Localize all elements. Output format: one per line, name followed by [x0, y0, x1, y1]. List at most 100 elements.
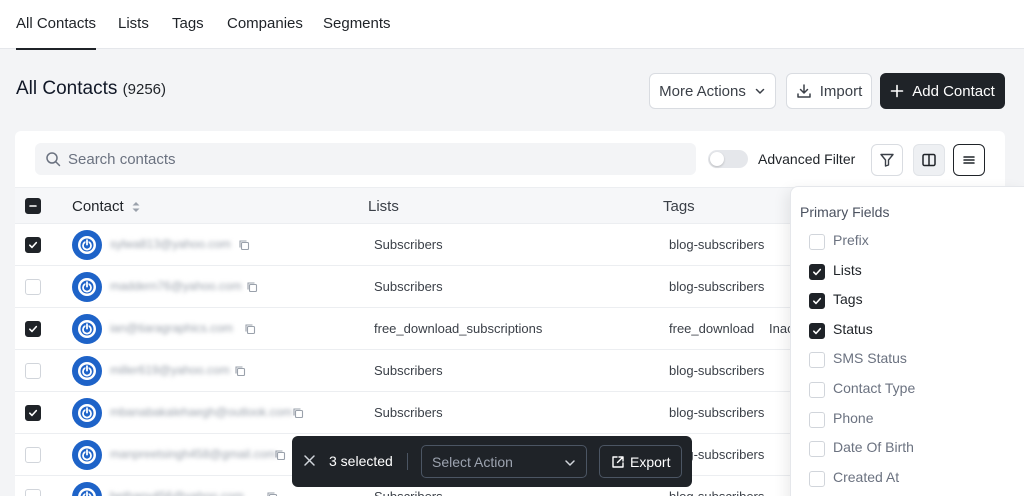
tab-lists[interactable]: Lists — [118, 0, 149, 49]
row-checkbox[interactable] — [25, 447, 41, 463]
cell-tag: blog-subscribers — [669, 405, 765, 420]
tab-tags[interactable]: Tags — [172, 0, 204, 49]
row-checkbox[interactable] — [25, 405, 41, 421]
column-option-checkbox[interactable] — [809, 382, 825, 398]
row-checkbox[interactable] — [25, 279, 41, 295]
cell-list: Subscribers — [374, 405, 443, 420]
row-checkbox[interactable] — [25, 489, 41, 496]
avatar-power-icon — [78, 236, 96, 254]
copy-icon[interactable] — [234, 365, 246, 377]
cell-list: Subscribers — [374, 363, 443, 378]
search-box — [35, 143, 696, 175]
column-option-checkbox[interactable] — [809, 323, 825, 339]
check-icon — [29, 409, 38, 417]
close-icon[interactable] — [303, 454, 316, 467]
contact-email[interactable]: bethany456@yahoo.com — [110, 489, 244, 496]
cell-tag: blog-subscribers — [669, 489, 764, 496]
lines-icon — [963, 156, 975, 164]
check-icon — [29, 325, 38, 333]
column-option-checkbox[interactable] — [809, 471, 825, 487]
advanced-filter-label: Advanced Filter — [758, 151, 856, 167]
column-option-checkbox[interactable] — [809, 293, 825, 309]
chevron-down-icon — [565, 460, 575, 466]
avatar-power-icon — [78, 446, 96, 464]
avatar[interactable] — [72, 356, 102, 386]
search-input[interactable] — [68, 143, 678, 175]
copy-email-button[interactable] — [292, 406, 304, 424]
import-button[interactable]: Import — [786, 73, 872, 109]
column-option-label: Date Of Birth — [833, 439, 914, 455]
contact-email[interactable]: maddern76@yahoo.com — [110, 279, 242, 293]
contact-email[interactable]: mbanabakalehaegh@outlook.com — [110, 405, 292, 419]
avatar[interactable] — [72, 482, 102, 496]
tab-companies[interactable]: Companies — [227, 0, 303, 49]
more-actions-button[interactable]: More Actions — [649, 73, 776, 109]
column-option-label: Phone — [833, 410, 874, 426]
advanced-filter-toggle[interactable] — [708, 150, 748, 168]
add-contact-button[interactable]: Add Contact — [880, 73, 1005, 109]
column-tags: Tags — [663, 198, 695, 215]
column-contact-label: Contact — [72, 198, 124, 215]
cell-list: Subscribers — [374, 279, 443, 294]
contact-email[interactable]: miller619@yahoo.com — [110, 363, 230, 377]
check-icon — [813, 327, 822, 335]
columns-icon — [922, 153, 936, 167]
filter-icon — [880, 153, 894, 167]
column-option-label: Prefix — [833, 232, 869, 248]
copy-icon[interactable] — [274, 449, 286, 461]
contact-email[interactable]: manpreetsingh458@gmail.com — [110, 447, 276, 461]
copy-icon[interactable] — [292, 407, 304, 419]
row-checkbox[interactable] — [25, 321, 41, 337]
copy-email-button[interactable] — [244, 322, 256, 340]
columns-button[interactable] — [913, 144, 945, 176]
row-checkbox[interactable] — [25, 237, 41, 253]
copy-email-button[interactable] — [234, 364, 246, 382]
tab-segments[interactable]: Segments — [323, 0, 391, 49]
avatar[interactable] — [72, 272, 102, 302]
avatar[interactable] — [72, 440, 102, 470]
contact-email[interactable]: sylwa813@yahoo.com — [110, 237, 231, 251]
copy-icon[interactable] — [246, 281, 258, 293]
minus-icon — [29, 205, 37, 207]
copy-email-button[interactable] — [266, 490, 278, 496]
column-contact[interactable]: Contact — [72, 198, 124, 215]
copy-email-button[interactable] — [238, 238, 250, 256]
column-option-checkbox[interactable] — [809, 412, 825, 428]
chevron-down-icon — [755, 88, 765, 94]
select-all-checkbox[interactable] — [25, 198, 41, 214]
cell-list: Subscribers — [374, 237, 443, 252]
selected-count: 3 selected — [329, 453, 393, 469]
column-option-checkbox[interactable] — [809, 264, 825, 280]
filter-button[interactable] — [871, 144, 903, 176]
row-checkbox[interactable] — [25, 363, 41, 379]
avatar-power-icon — [78, 488, 96, 496]
more-actions-label: More Actions — [659, 82, 746, 100]
tab-all-contacts[interactable]: All Contacts — [16, 0, 97, 50]
avatar[interactable] — [72, 398, 102, 428]
column-selector-panel: Primary Fields Prefix Lists Tags Status SMS … — [790, 186, 1024, 496]
export-button[interactable]: Export — [599, 445, 682, 478]
divider — [407, 453, 408, 470]
avatar[interactable] — [72, 230, 102, 260]
column-option-checkbox[interactable] — [809, 352, 825, 368]
copy-email-button[interactable] — [274, 448, 286, 466]
column-option-label: Created At — [833, 469, 900, 485]
contact-email[interactable]: ian@tiaragraphics.com — [110, 321, 233, 335]
select-action-dropdown[interactable]: Select Action — [421, 445, 587, 478]
copy-icon[interactable] — [266, 491, 278, 496]
check-icon — [813, 297, 822, 305]
copy-icon[interactable] — [244, 323, 256, 335]
copy-icon[interactable] — [238, 239, 250, 251]
sort-icon[interactable] — [130, 199, 142, 215]
bulk-action-bar: 3 selected Select Action Export — [292, 436, 692, 487]
copy-email-button[interactable] — [246, 280, 258, 298]
check-icon — [29, 241, 38, 249]
cell-tag: free_download — [669, 321, 755, 336]
column-option-checkbox[interactable] — [809, 441, 825, 457]
add-contact-label: Add Contact — [912, 82, 995, 100]
column-option-label: Lists — [833, 262, 862, 278]
density-button[interactable] — [953, 144, 985, 176]
cell-tag: blog-subscribers — [669, 237, 765, 252]
column-option-checkbox[interactable] — [809, 234, 825, 250]
avatar[interactable] — [72, 314, 102, 344]
